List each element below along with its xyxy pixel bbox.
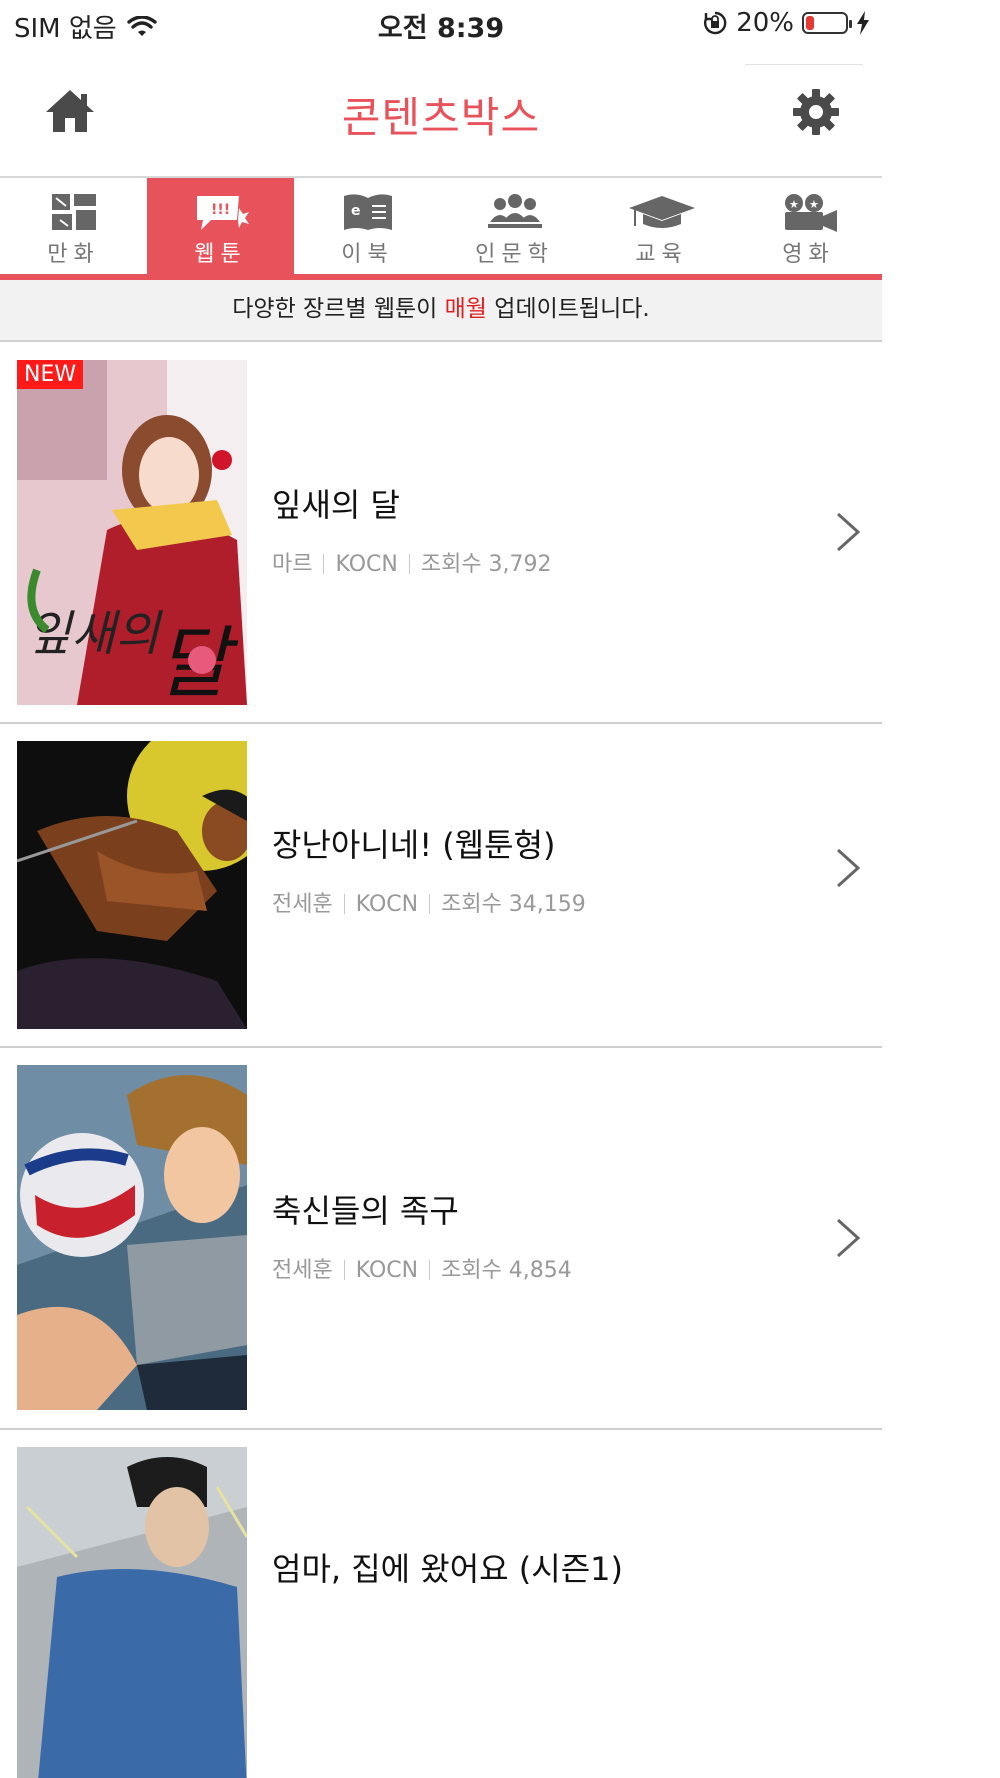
tab-comic[interactable]: 만화: [0, 178, 147, 274]
item-views: 조회수 34,159: [441, 892, 586, 917]
category-tabs: 만화 !!! 웹툰 e 이북 인문학 교육 ★ ★ 영화: [0, 178, 882, 280]
tab-label: 만화: [47, 242, 100, 267]
item-author: 마르: [272, 552, 313, 577]
chevron-right-icon[interactable]: [832, 1216, 864, 1260]
item-meta: 전세훈 KOCN 조회수 4,854: [272, 1252, 572, 1284]
list-item[interactable]: 장난아니네! (웹툰형) 전세훈 KOCN 조회수 34,159: [0, 724, 882, 1048]
meta-divider: [408, 554, 410, 574]
app-screen: SIM 없음 오전 8:39 20% 콘텐츠박스 만화 !!! 웹툰 e 이북 …: [0, 0, 882, 1778]
svg-text:★: ★: [789, 198, 799, 211]
meta-divider: [323, 554, 325, 574]
notice-text-end: 업데이트됩니다.: [486, 296, 650, 322]
item-meta: 전세훈 KOCN 조회수 34,159: [272, 886, 586, 918]
tab-label: 웹툰: [194, 242, 247, 267]
tab-humanities[interactable]: 인문학: [441, 178, 588, 274]
cover-image: 잎새의 달: [17, 360, 247, 705]
battery-level-fill: [806, 16, 814, 30]
gear-icon[interactable]: [790, 86, 842, 138]
svg-text:!!!: !!!: [211, 202, 230, 218]
list-item[interactable]: 엄마, 집에 왔어요 (시즌1): [0, 1430, 882, 1778]
meta-divider: [343, 894, 345, 914]
app-header: 콘텐츠박스: [0, 46, 882, 178]
graduation-cap-icon: [628, 196, 695, 228]
comic-icon: [51, 194, 96, 230]
blank-area: [882, 0, 1000, 1778]
item-author: 전세훈: [272, 892, 333, 917]
tab-movie[interactable]: ★ ★ 영화: [735, 178, 882, 274]
item-title: 장난아니네! (웹툰형): [272, 826, 556, 864]
tab-education[interactable]: 교육: [588, 178, 735, 274]
new-badge: NEW: [17, 360, 84, 389]
tab-webtoon[interactable]: !!! 웹툰: [147, 178, 294, 274]
header-divider: [745, 64, 863, 65]
notice-banner: 다양한 장르별 웹툰이 매월 업데이트됩니다.: [0, 280, 882, 342]
item-views: 조회수 4,854: [441, 1258, 572, 1283]
item-title: 엄마, 집에 왔어요 (시즌1): [272, 1550, 623, 1588]
item-title: 축신들의 족구: [272, 1192, 459, 1230]
item-views: 조회수 3,792: [420, 552, 552, 577]
chevron-right-icon[interactable]: [832, 846, 864, 890]
notice-highlight: 매월: [444, 296, 487, 322]
tab-label: 교육: [635, 242, 688, 267]
chevron-right-icon[interactable]: [832, 510, 864, 554]
rotation-lock-icon: [704, 11, 727, 35]
item-publisher: KOCN: [355, 892, 419, 917]
list-item[interactable]: 잎새의 달 NEW 잎새의 달 마르 KOCN 조회수 3,792: [0, 342, 882, 724]
cover-image: [17, 1065, 247, 1410]
cover-image: [17, 741, 247, 1029]
notice-text: 다양한 장르별 웹툰이: [232, 296, 445, 322]
list-item[interactable]: 축신들의 족구 전세훈 KOCN 조회수 4,854: [0, 1048, 882, 1430]
svg-text:e: e: [351, 203, 361, 219]
movie-camera-icon: ★ ★: [784, 194, 837, 232]
tab-ebook[interactable]: e 이북: [294, 178, 441, 274]
item-title: 잎새의 달: [272, 486, 400, 524]
tab-label: 이북: [341, 242, 394, 267]
battery-icon: [802, 12, 852, 34]
status-bar: SIM 없음 오전 8:39 20%: [0, 0, 882, 46]
item-publisher: KOCN: [355, 1258, 419, 1283]
app-title: 콘텐츠박스: [341, 93, 541, 142]
meta-divider: [343, 1260, 345, 1280]
item-author: 전세훈: [272, 1258, 333, 1283]
meta-divider: [429, 1260, 431, 1280]
item-meta: 마르 KOCN 조회수 3,792: [272, 546, 552, 578]
item-publisher: KOCN: [335, 552, 398, 577]
battery-percent: 20%: [736, 8, 794, 38]
tab-label: 영화: [782, 242, 835, 267]
cover-image: [17, 1447, 247, 1778]
meta-divider: [429, 894, 431, 914]
people-icon: [487, 194, 542, 228]
charging-bolt-icon: [857, 11, 869, 35]
ebook-icon: e: [343, 194, 392, 230]
tab-label: 인문학: [475, 242, 554, 267]
svg-text:잎새의: 잎새의: [27, 606, 163, 662]
webtoon-icon: !!!: [196, 196, 249, 230]
svg-text:★: ★: [809, 198, 819, 211]
